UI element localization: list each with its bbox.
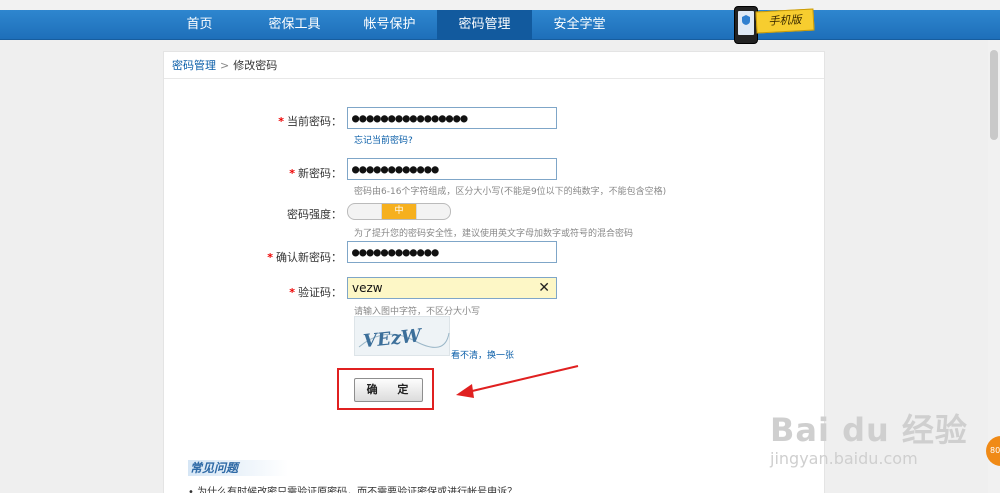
confirm-button[interactable]: 确 定 (354, 378, 423, 402)
baidu-watermark: Bai du 经验 jingyan.baidu.com (770, 405, 968, 468)
new-password-hint: 密码由6-16个字符组成，区分大小写(不能是9位以下的纯数字，不能包含空格) (354, 187, 667, 197)
forgot-password-link[interactable]: 忘记当前密码? (354, 133, 413, 146)
watermark-brand: Bai du 经验 (770, 411, 968, 449)
captcha-label: * 验证码： (289, 286, 342, 299)
confirm-password-input[interactable]: ●●●●●●●●●●●● (347, 241, 557, 263)
new-password-input[interactable]: ●●●●●●●●●●●● (347, 158, 557, 180)
strength-label: 密码强度： (287, 208, 342, 221)
new-password-label: * 新密码： (289, 167, 342, 180)
phone-icon (734, 6, 758, 44)
nav-menu: 首页 密保工具 帐号保护 密码管理 安全学堂 (152, 10, 627, 40)
breadcrumb: 密码管理 > 修改密码 (164, 52, 824, 79)
breadcrumb-root-link[interactable]: 密码管理 (172, 59, 216, 72)
breadcrumb-separator: > (220, 59, 230, 72)
mobile-version-label: 手机版 (755, 8, 815, 34)
nav-item-account-protection[interactable]: 帐号保护 (342, 10, 437, 40)
vertical-scrollbar[interactable] (988, 40, 1000, 493)
strength-strong-segment (417, 204, 450, 219)
captcha-image[interactable]: VEzW (354, 316, 450, 356)
captcha-image-text: VEzW (362, 325, 424, 352)
captcha-input[interactable]: vezw ✕ (347, 277, 557, 299)
breadcrumb-current: 修改密码 (233, 59, 278, 72)
nav-item-password-management[interactable]: 密码管理 (437, 10, 532, 40)
close-icon[interactable]: ✕ (538, 278, 550, 298)
main-panel: 密码管理 > 修改密码 * 当前密码： ●●●●●●●●●●●●●●●● 忘记当前密码… (163, 51, 825, 493)
current-password-input[interactable]: ●●●●●●●●●●●●●●●● (347, 107, 557, 129)
current-password-label: * 当前密码： (278, 115, 342, 128)
password-strength-meter: 中 (347, 203, 451, 220)
top-strip (0, 0, 1000, 10)
watermark-url: jingyan.baidu.com (770, 449, 918, 468)
strength-weak-segment (348, 204, 381, 219)
strength-medium-segment: 中 (381, 204, 417, 219)
nav-item-security-school[interactable]: 安全学堂 (532, 10, 627, 40)
top-navbar: 首页 密保工具 帐号保护 密码管理 安全学堂 手机版 (0, 6, 1000, 44)
faq-item[interactable]: • 为什么有时候改密只需验证原密码，而不需要验证密保或进行帐号申诉？ (188, 483, 517, 493)
refresh-captcha-link[interactable]: 看不清，换一张 (451, 348, 514, 361)
strength-hint: 为了提升您的密码安全性，建议使用英文字母加数字或符号的混合密码 (354, 229, 634, 239)
captcha-input-value: vezw (352, 281, 383, 295)
faq-title: 常见问题 (188, 460, 288, 476)
mobile-version-badge[interactable]: 手机版 (722, 6, 818, 44)
nav-item-security-tools[interactable]: 密保工具 (247, 10, 342, 40)
nav-item-home[interactable]: 首页 (152, 10, 247, 40)
scrollbar-thumb[interactable] (990, 50, 998, 140)
confirm-password-label: * 确认新密码： (267, 251, 342, 264)
